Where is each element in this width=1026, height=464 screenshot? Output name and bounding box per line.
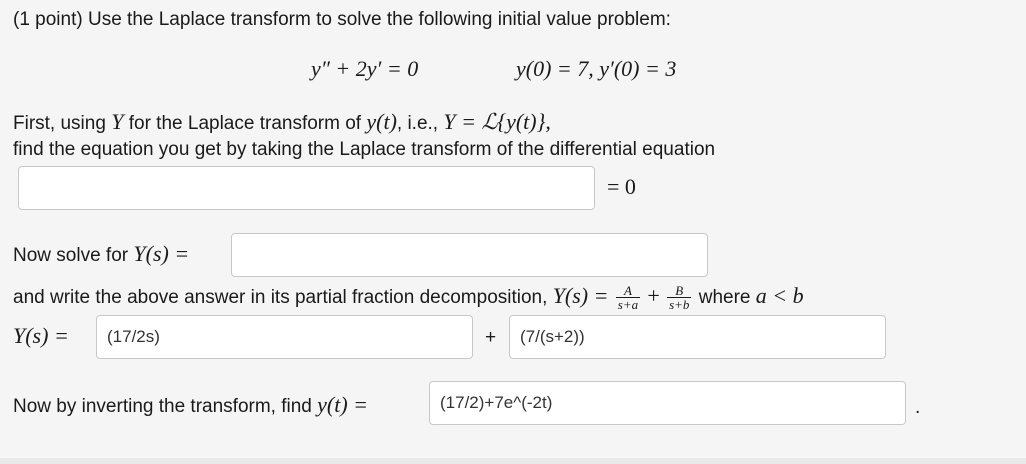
- problem-intro: (1 point) Use the Laplace transform to s…: [13, 9, 671, 30]
- step3-line: and write the above answer in its partia…: [13, 282, 804, 312]
- partial-fraction-plus: +: [485, 327, 497, 348]
- differential-equation: y″ + 2y′ = 0: [311, 56, 419, 81]
- fraction-A-numerator: A: [615, 284, 641, 299]
- fraction-B: B s+b: [667, 284, 692, 313]
- step4-label: Now by inverting the transform, find y(t…: [13, 392, 368, 418]
- partial-fraction-label: Y(s) =: [13, 323, 69, 348]
- bottom-divider: [0, 458, 1026, 464]
- step1-line1: First, using Y for the Laplace transform…: [13, 109, 551, 135]
- step2-Ys: Y(s) =: [133, 241, 190, 266]
- step1-ie: , i.e.,: [396, 113, 439, 134]
- fraction-B-numerator: B: [667, 284, 692, 299]
- step4-text: Now by inverting the transform, find: [13, 396, 312, 417]
- fraction-A-denominator: s+a: [617, 297, 639, 313]
- step1-line2: find the equation you get by taking the …: [13, 139, 716, 160]
- condition-a-less-b: a < b: [755, 283, 804, 308]
- partial-fraction-B-input[interactable]: [509, 315, 886, 359]
- fraction-B-denominator: s+b: [669, 297, 690, 313]
- final-period: .: [915, 397, 921, 418]
- Ys-solution-input[interactable]: [231, 233, 708, 277]
- laplace-definition: Y = ℒ{y(t)},: [443, 109, 551, 134]
- partial-fraction-A-input[interactable]: [96, 315, 473, 359]
- step3-Ys: Y(s) =: [552, 283, 609, 308]
- fraction-A: A s+a: [615, 284, 641, 313]
- transformed-equation-input[interactable]: [18, 166, 595, 210]
- step1-prefix: First, using: [13, 113, 106, 134]
- where-text: where: [698, 287, 751, 308]
- equals-zero: = 0: [607, 174, 636, 199]
- step2-label: Now solve for Y(s) =: [13, 241, 189, 267]
- step2-text: Now solve for: [13, 245, 129, 266]
- step3-text: and write the above answer in its partia…: [13, 287, 548, 308]
- step4-yt: y(t) =: [317, 392, 369, 417]
- symbol-yt: y(t): [366, 109, 397, 134]
- initial-conditions: y(0) = 7, y′(0) = 3: [516, 56, 677, 81]
- step1-mid: for the Laplace transform of: [128, 113, 362, 134]
- fraction-plus: +: [647, 283, 660, 308]
- yt-solution-input[interactable]: [429, 381, 906, 425]
- symbol-Y: Y: [111, 109, 124, 134]
